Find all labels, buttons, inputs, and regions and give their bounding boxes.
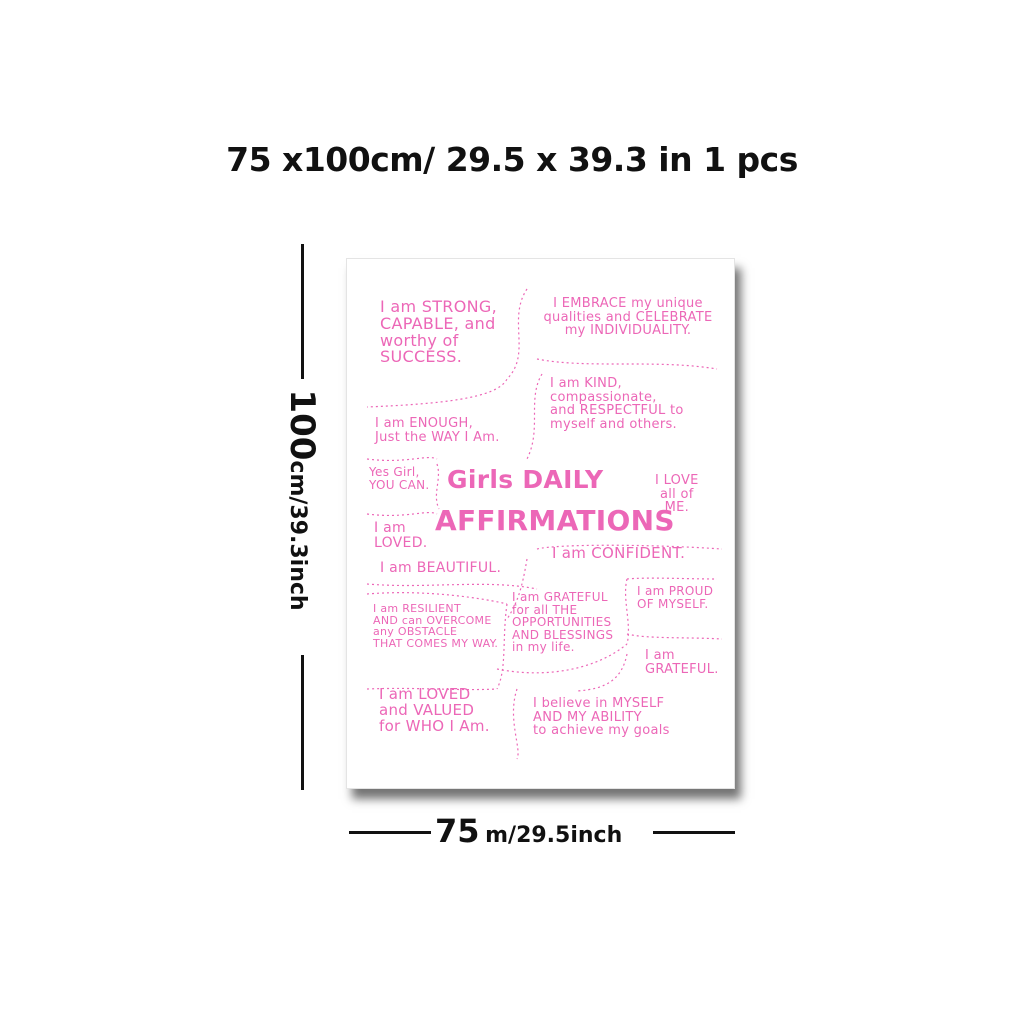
affirmation-proud: I am PROUD OF MYSELF.	[637, 584, 714, 611]
affirmation-beautiful: I am BEAUTIFUL.	[380, 560, 502, 576]
height-label: 100cm/39.3inch	[282, 389, 322, 610]
size-label: 75 x100cm/ 29.5 x 39.3 in 1 pcs	[226, 140, 798, 179]
affirmation-confident: I am CONFIDENT.	[552, 544, 686, 562]
width-value: 75	[435, 812, 480, 850]
height-line-bottom	[301, 655, 304, 790]
affirmation-kind: I am KIND, compassionate, and RESPECTFUL…	[550, 376, 684, 432]
poster-title-line2: AFFIRMATIONS	[435, 504, 675, 537]
affirmation-believe: I believe in MYSELF AND MY ABILITY to ac…	[533, 696, 670, 739]
poster-title-line1: Girls DAILY	[447, 465, 604, 494]
poster: I am STRONG, CAPABLE, and worthy of SUCC…	[346, 258, 735, 789]
affirmation-love: I LOVE all of ME.	[655, 473, 699, 516]
affirmation-loved: I am LOVED.	[374, 520, 428, 551]
affirmation-embrace: I EMBRACE my unique qualities and CELEBR…	[543, 296, 713, 339]
width-line-right	[653, 831, 735, 834]
affirmation-resilient: I am RESILIENT AND can OVERCOME any OBST…	[373, 602, 499, 650]
affirmation-strong: I am STRONG, CAPABLE, and worthy of SUCC…	[380, 297, 497, 367]
height-line-top	[301, 244, 304, 379]
height-value: 100	[282, 389, 322, 461]
affirmation-yes-girl: Yes Girl, YOU CAN.	[369, 465, 430, 492]
affirmation-loved-valued: I am LOVED and VALUED for WHO I Am.	[379, 685, 490, 735]
width-line-left	[349, 831, 431, 834]
width-unit: m/29.5inch	[485, 823, 623, 848]
width-label: 75 m/29.5inch	[435, 812, 622, 850]
affirmation-grateful: I am GRATEFUL.	[645, 648, 719, 677]
height-unit: cm/39.3inch	[285, 460, 310, 611]
affirmation-enough: I am ENOUGH, Just the WAY I Am.	[375, 416, 500, 445]
affirmation-grateful-for: I am GRATEFUL for all THE OPPORTUNITIES …	[512, 590, 614, 655]
